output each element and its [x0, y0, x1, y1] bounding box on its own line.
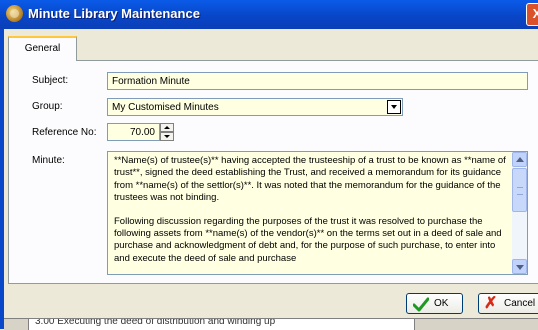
- reference-value: 70.00: [129, 127, 155, 138]
- minute-text: **Name(s) of trustee(s)** having accepte…: [114, 155, 510, 274]
- background-row-text: 3.00 Executing the deed of distribution …: [35, 318, 276, 327]
- scroll-up-icon[interactable]: [512, 152, 527, 167]
- reference-input[interactable]: 70.00: [107, 123, 160, 141]
- window-title: Minute Library Maintenance: [28, 6, 200, 21]
- minute-label: Minute:: [32, 155, 65, 166]
- chevron-down-icon[interactable]: [387, 100, 401, 114]
- reference-label: Reference No:: [32, 127, 97, 138]
- subject-value: Formation Minute: [112, 76, 190, 87]
- title-bar[interactable]: Minute Library Maintenance X: [0, 0, 538, 29]
- minute-paragraph: Following discussion regarding the purpo…: [114, 215, 502, 264]
- spin-down-icon[interactable]: [160, 132, 174, 141]
- subject-input[interactable]: Formation Minute: [107, 72, 528, 90]
- app-coin-icon: [6, 5, 23, 22]
- cancel-button[interactable]: ✗ Cancel: [478, 293, 538, 314]
- tab-general[interactable]: General: [8, 36, 77, 61]
- cancel-label: Cancel: [504, 298, 536, 309]
- group-dropdown[interactable]: My Customised Minutes: [107, 98, 403, 116]
- group-value: My Customised Minutes: [112, 102, 219, 113]
- minute-paragraph: **Name(s) of trustee(s)** having accepte…: [114, 155, 506, 204]
- minute-textarea[interactable]: **Name(s) of trustee(s)** having accepte…: [107, 151, 528, 275]
- subject-label: Subject:: [32, 75, 69, 86]
- close-button[interactable]: X: [526, 3, 538, 26]
- spin-up-icon[interactable]: [160, 123, 174, 132]
- minute-scrollbar[interactable]: [512, 152, 527, 274]
- group-label: Group:: [32, 101, 63, 112]
- red-x-icon: ✗: [484, 295, 498, 312]
- ok-button[interactable]: OK: [406, 293, 463, 314]
- checkmark-icon: [413, 297, 429, 312]
- scroll-down-icon[interactable]: [512, 259, 527, 274]
- scroll-thumb[interactable]: [512, 168, 527, 212]
- ok-label: OK: [434, 298, 449, 309]
- background-list-row[interactable]: 3.00 Executing the deed of distribution …: [28, 318, 415, 330]
- background-window: 3.00 Executing the deed of distribution …: [4, 318, 538, 330]
- reference-spinner[interactable]: [160, 123, 174, 141]
